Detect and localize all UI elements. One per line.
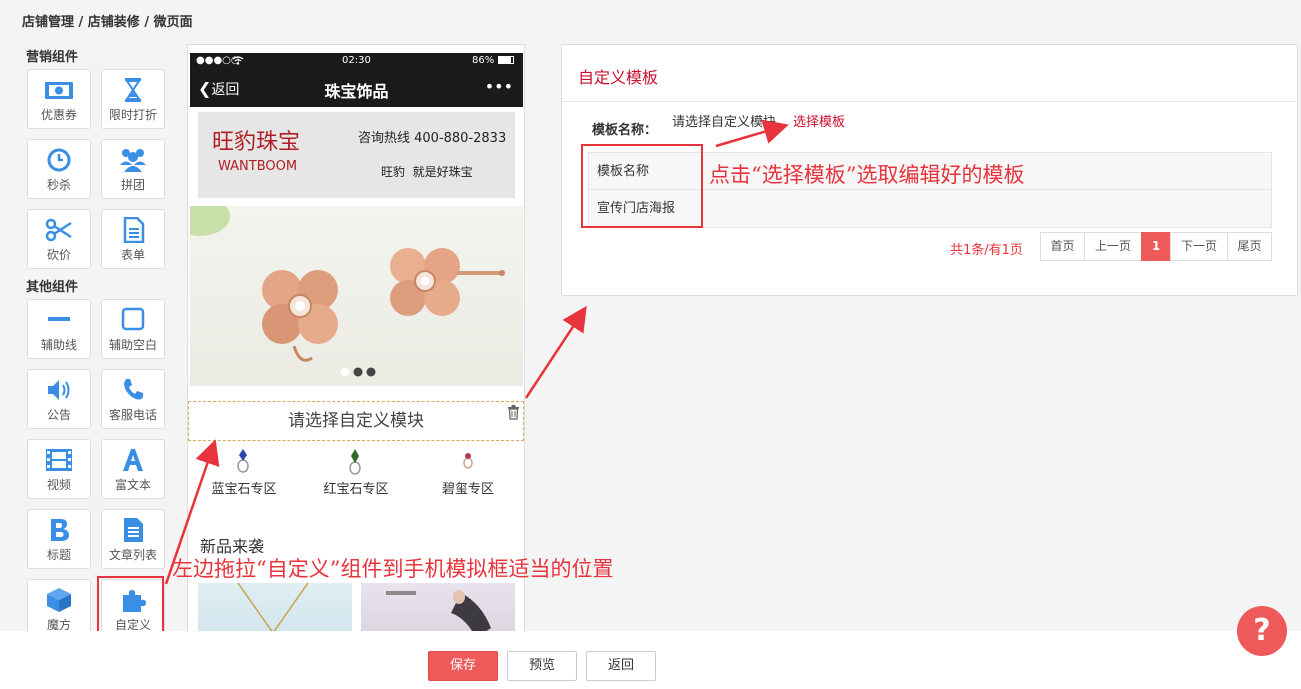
help-button[interactable]: ? [1237,606,1287,656]
template-name-value: 请选择自定义模块 [672,115,777,130]
group-icon [120,149,146,172]
component-video[interactable]: 视频 [27,439,91,499]
component-label: 视频 [46,478,71,492]
component-label: 拼团 [120,178,145,192]
component-coupon[interactable]: 优惠券 [27,69,91,129]
component-label: 文章列表 [108,548,157,562]
status-bar: ●●●○○ 02:30 86% [190,53,523,69]
save-button[interactable]: 保存 [428,651,498,681]
component-label: 砍价 [46,248,71,262]
shop-slogan: 旺豹 就是好珠宝 [381,165,473,179]
battery-level: 86% [472,55,495,66]
divider-line-icon [48,317,70,321]
pagination-summary: 共1条/有1页 [950,243,1023,258]
arrow-to-panel [524,305,587,399]
component-group-buy[interactable]: 拼团 [101,139,165,199]
category-ruby[interactable]: 红宝石专区 [300,478,412,497]
bold-title-icon [51,519,69,541]
marketing-group-title: 营销组件 [26,50,79,65]
sapphire-ring-icon [237,449,249,473]
hero-image [190,206,523,386]
component-notice[interactable]: 公告 [27,369,91,429]
shop-name-en: WANTBOOM [218,159,298,174]
back-button[interactable]: 返回 [586,651,656,681]
preview-button[interactable]: 预览 [507,651,577,681]
annotation-drag-custom: 左边拖拉“自定义”组件到手机模拟框适当的位置 [172,557,614,581]
shop-name-cn: 旺豹珠宝 [212,130,301,155]
component-article-list[interactable]: 文章列表 [101,509,165,569]
speaker-icon [48,380,70,400]
panel-title: 自定义模板 [578,68,659,87]
component-label: 公告 [46,408,71,422]
trash-icon[interactable] [507,405,520,420]
shop-banner: 旺豹珠宝 WANTBOOM 咨询热线 400-880-2833 旺豹 就是好珠宝 [198,112,515,198]
component-label: 标题 [46,548,71,562]
form-icon [123,217,145,243]
component-label: 富文本 [114,478,151,492]
film-icon [46,449,72,471]
phone-title: 珠宝饰品 [324,82,389,101]
shop-hotline: 咨询热线 400-880-2833 [358,131,507,146]
battery-icon [498,56,514,64]
breadcrumb: 店铺管理 / 店铺装修 / 微页面 [22,15,193,30]
status-time: 02:30 [342,55,371,66]
panel-divider [562,101,1297,102]
component-label: 辅助空白 [108,338,157,352]
component-seckill[interactable]: 秒杀 [27,139,91,199]
component-form[interactable]: 表单 [101,209,165,269]
pager-first[interactable]: 首页 [1040,232,1085,261]
component-blank-space[interactable]: 辅助空白 [101,299,165,359]
more-icon[interactable]: ••• [485,77,513,96]
clock-icon [47,148,71,172]
component-cube[interactable]: 魔方 [27,579,91,639]
pager-next[interactable]: 下一页 [1170,232,1228,261]
template-name-label: 模板名称： [592,123,658,138]
rich-text-icon [123,449,143,471]
component-label: 优惠券 [40,108,77,122]
component-bargain[interactable]: 砍价 [27,209,91,269]
category-sapphire[interactable]: 蓝宝石专区 [188,478,300,497]
annotation-choose-template: 点击“选择模板”选取编辑好的模板 [709,163,1025,187]
component-label: 客服电话 [108,408,157,422]
choose-template-link[interactable]: 选择模板 [793,111,845,130]
scissors-icon [45,218,72,242]
custom-module-placeholder[interactable]: 请选择自定义模块 [188,401,524,441]
pager-page-1[interactable]: 1 [1141,232,1171,261]
phone-icon [124,379,143,400]
component-service-phone[interactable]: 客服电话 [101,369,165,429]
blank-square-icon [121,307,145,331]
component-rich-text[interactable]: 富文本 [101,439,165,499]
component-label: 秒杀 [46,178,71,192]
article-list-icon [124,518,143,542]
hourglass-icon [125,78,141,102]
component-label: 限时打折 [108,108,157,122]
component-divider-line[interactable]: 辅助线 [27,299,91,359]
earrings-image [190,206,505,377]
tourmaline-ring-icon [463,453,473,469]
component-label: 表单 [120,248,145,262]
category-tourmaline[interactable]: 碧玺专区 [412,478,524,497]
pager-last[interactable]: 尾页 [1227,232,1272,261]
other-group-title: 其他组件 [26,280,79,295]
wifi-icon [232,56,244,65]
ruby-ring-icon [349,449,361,475]
cube-icon [47,588,71,612]
phone-navbar: ❮返回 珠宝饰品 ••• [190,69,523,107]
component-title[interactable]: 标题 [27,509,91,569]
component-flash-discount[interactable]: 限时打折 [101,69,165,129]
component-label: 辅助线 [40,338,77,352]
pager-prev[interactable]: 上一页 [1084,232,1142,261]
bottom-action-bar: 保存 预览 返回 [0,631,1301,689]
highlight-template-rows [581,144,703,228]
highlight-custom-component [97,576,164,635]
coupon-icon [45,82,73,99]
